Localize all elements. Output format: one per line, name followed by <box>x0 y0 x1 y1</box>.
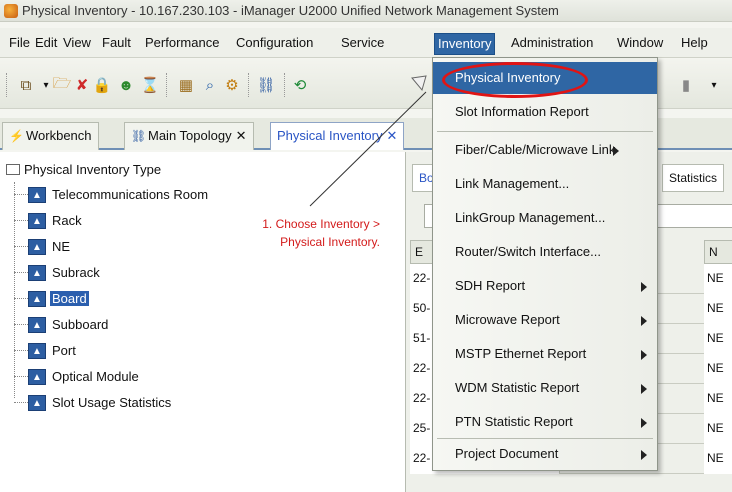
search-icon[interactable]: ⌕ <box>200 75 220 95</box>
menu-item-linkgroup-management[interactable]: LinkGroup Management... <box>433 202 657 234</box>
status-panel-icon[interactable]: ▮ <box>676 75 696 95</box>
toolbar-separator <box>166 73 168 97</box>
menu-file[interactable]: File <box>6 33 33 55</box>
tab-label: Physical Inventory <box>277 128 383 143</box>
network-link-icon[interactable]: ⟲ <box>290 75 310 95</box>
menu-window[interactable]: Window <box>614 33 666 55</box>
menu-configuration[interactable]: Configuration <box>233 33 316 55</box>
app-logo-icon <box>4 4 18 18</box>
inventory-node-icon: ▲ <box>28 212 46 229</box>
tree-node-board[interactable]: ▲ Board <box>14 288 89 308</box>
tree-root[interactable]: Physical Inventory Type <box>6 162 161 177</box>
tree-node-port[interactable]: ▲ Port <box>14 340 78 360</box>
tab-main-topology[interactable]: ⛓ Main Topology ✕ <box>124 122 254 150</box>
menu-separator <box>437 131 653 132</box>
annotation-line-2: Physical Inventory. <box>280 235 380 249</box>
inventory-node-icon: ▲ <box>28 368 46 385</box>
menu-service[interactable]: Service <box>338 33 387 55</box>
tree-root-label: Physical Inventory Type <box>24 162 162 177</box>
inventory-node-icon: ▲ <box>28 186 46 203</box>
inventory-menu: Physical Inventory Slot Information Repo… <box>432 57 658 471</box>
tree-node-ne[interactable]: ▲ NE <box>14 236 72 256</box>
menu-item-mstp-ethernet-report[interactable]: MSTP Ethernet Report <box>433 338 657 370</box>
new-topology-icon[interactable]: ⧉ <box>16 75 36 95</box>
tree-node-subrack[interactable]: ▲ Subrack <box>14 262 102 282</box>
menu-item-ptn-statistic-report[interactable]: PTN Statistic Report <box>433 406 657 438</box>
toolbar-separator <box>248 73 250 97</box>
menu-bar: File Edit View Fault Performance Configu… <box>0 28 732 58</box>
tree-node-rack[interactable]: ▲ Rack <box>14 210 84 230</box>
menu-item-link-management[interactable]: Link Management... <box>433 168 657 200</box>
window-title: Physical Inventory - 10.167.230.103 - iM… <box>22 3 559 18</box>
menu-performance[interactable]: Performance <box>142 33 222 55</box>
menu-edit[interactable]: Edit <box>32 33 60 55</box>
topology-icon: ⛓ <box>131 129 147 143</box>
title-bar: Physical Inventory - 10.167.230.103 - iM… <box>0 0 732 22</box>
toolbar-grip <box>6 73 8 97</box>
menu-administration[interactable]: Administration <box>508 33 596 55</box>
inventory-type-tree: Physical Inventory Type ▲ Telecommunicati… <box>0 152 405 492</box>
menu-view[interactable]: View <box>60 33 94 55</box>
inventory-node-icon: ▲ <box>28 316 46 333</box>
menu-item-router-switch-interface[interactable]: Router/Switch Interface... <box>433 236 657 268</box>
column-header[interactable]: N <box>704 240 732 264</box>
inventory-node-icon: ▲ <box>28 264 46 281</box>
user-icon[interactable]: ☻ <box>116 75 136 95</box>
table-cell: NE <box>704 384 732 414</box>
submenu-arrow-icon <box>641 282 647 292</box>
table-cell: NE <box>704 414 732 444</box>
annotation-line-1: 1. Choose Inventory > <box>262 217 380 231</box>
submenu-arrow-icon <box>641 350 647 360</box>
config-icon[interactable]: ⚙ <box>222 75 242 95</box>
close-icon[interactable]: ✕ <box>387 128 398 143</box>
table-cell: NE <box>704 354 732 384</box>
table-cell: NE <box>704 264 732 294</box>
menu-item-wdm-statistic-report[interactable]: WDM Statistic Report <box>433 372 657 404</box>
tab-label: Workbench <box>26 128 92 143</box>
table-cell: NE <box>704 444 732 474</box>
tab-physical-inventory[interactable]: Physical Inventory ✕ <box>270 122 405 150</box>
workbench-icon: ⚡ <box>9 129 24 143</box>
open-folder-icon[interactable]: 🗁 <box>52 75 72 95</box>
menu-item-microwave-report[interactable]: Microwave Report <box>433 304 657 336</box>
menu-item-slot-information-report[interactable]: Slot Information Report <box>433 96 657 128</box>
inventory-node-icon: ▲ <box>28 342 46 359</box>
topology-icon[interactable]: ⛓ <box>256 75 276 95</box>
tab-label: Main Topology <box>148 128 232 143</box>
table-cell: NE <box>704 324 732 354</box>
history-icon[interactable]: ⌛ <box>140 75 160 95</box>
menu-fault[interactable]: Fault <box>99 33 134 55</box>
tree-node-optical-module[interactable]: ▲ Optical Module <box>14 366 141 386</box>
submenu-arrow-icon <box>641 384 647 394</box>
close-icon[interactable]: ✕ <box>236 128 247 143</box>
inventory-node-icon: ▲ <box>28 394 46 411</box>
inventory-node-icon: ▲ <box>28 290 46 307</box>
tab-workbench[interactable]: ⚡ Workbench <box>2 122 99 150</box>
tree-node-subboard[interactable]: ▲ Subboard <box>14 314 110 334</box>
submenu-arrow-icon <box>641 316 647 326</box>
lock-icon[interactable]: 🔒 <box>92 75 112 95</box>
tab-statistics[interactable]: Statistics <box>662 164 725 192</box>
submenu-arrow-icon <box>641 418 647 428</box>
tree-node-slot-usage[interactable]: ▲ Slot Usage Statistics <box>14 392 173 412</box>
delete-icon[interactable]: ✘ <box>72 75 92 95</box>
report-icon[interactable]: ▦ <box>176 75 196 95</box>
highlight-circle <box>442 62 588 98</box>
menu-help[interactable]: Help <box>678 33 711 55</box>
menu-item-sdh-report[interactable]: SDH Report <box>433 270 657 302</box>
menu-item-fiber-cable-microwave-link[interactable]: Fiber/Cable/Microwave Link <box>433 134 657 166</box>
tree-node-telecom-room[interactable]: ▲ Telecommunications Room <box>14 184 210 204</box>
submenu-arrow-icon <box>613 146 619 156</box>
submenu-arrow-icon <box>641 450 647 460</box>
menu-inventory[interactable]: Inventory <box>434 33 496 55</box>
dropdown-arrow-icon[interactable]: ▾ <box>704 75 724 95</box>
inventory-node-icon: ▲ <box>28 238 46 255</box>
instruction-annotation: 1. Choose Inventory > Physical Inventory… <box>220 215 380 251</box>
table-cell: NE <box>704 294 732 324</box>
folder-icon <box>6 164 20 175</box>
menu-item-project-document[interactable]: Project Document <box>433 438 657 470</box>
toolbar-separator <box>284 73 286 97</box>
